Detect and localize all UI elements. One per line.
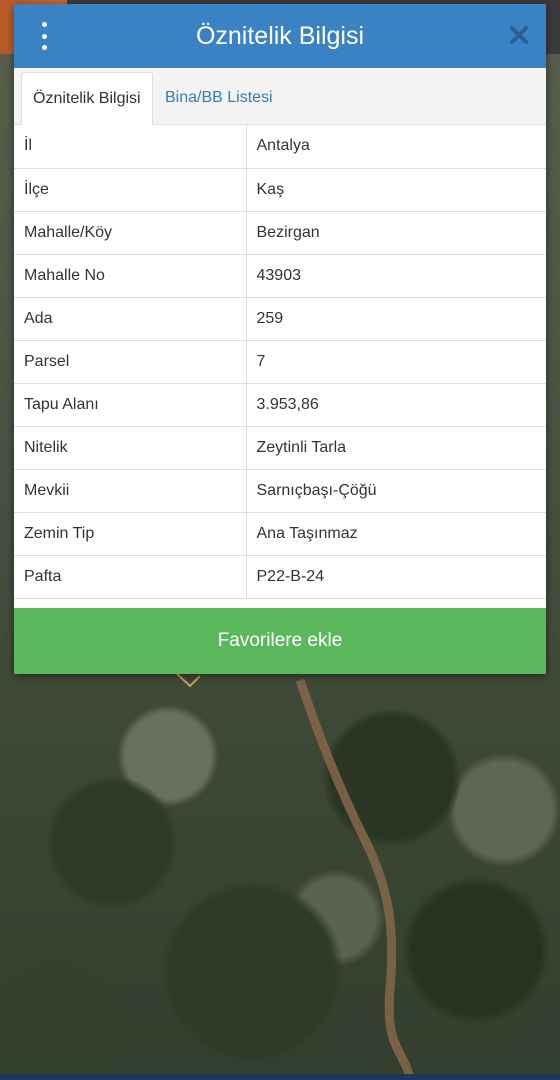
- tab-bar: Öznitelik Bilgisi Bina/BB Listesi: [14, 68, 546, 125]
- table-row: Tapu Alanı 3.953,86: [14, 382, 546, 427]
- attribute-value: Kaş: [245, 167, 546, 212]
- attribute-value: P22-B-24: [245, 554, 546, 599]
- attribute-key: Ada: [14, 296, 247, 341]
- attribute-key: Tapu Alanı: [14, 382, 247, 427]
- attribute-value: Antalya: [245, 125, 546, 169]
- attribute-value: Sarnıçbaşı-Çöğü: [245, 468, 546, 513]
- table-row: Parsel 7: [14, 339, 546, 384]
- attribute-key: İlçe: [14, 167, 247, 212]
- table-row: Mahalle No 43903: [14, 253, 546, 298]
- table-row: Ada 259: [14, 296, 546, 341]
- tab-building-list[interactable]: Bina/BB Listesi: [154, 72, 284, 124]
- table-row: Zemin Tip Ana Taşınmaz: [14, 511, 546, 556]
- attribute-value: 259: [245, 296, 546, 341]
- attribute-value: 7: [245, 339, 546, 384]
- dialog-header: Öznitelik Bilgisi: [14, 4, 546, 68]
- attribute-key: Mahalle No: [14, 253, 247, 298]
- add-favorite-button[interactable]: Favorilere ekle: [14, 608, 546, 674]
- dialog-title: Öznitelik Bilgisi: [195, 21, 365, 50]
- table-row: Pafta P22-B-24: [14, 554, 546, 599]
- attribute-value: Zeytinli Tarla: [245, 425, 546, 470]
- tab-attribute-info[interactable]: Öznitelik Bilgisi: [21, 72, 153, 125]
- attribute-key: Parsel: [14, 339, 247, 384]
- attribute-value: Ana Taşınmaz: [245, 511, 546, 556]
- table-row: Nitelik Zeytinli Tarla: [14, 425, 546, 470]
- attribute-key: İl: [14, 125, 247, 169]
- attribute-value: Bezirgan: [245, 210, 546, 255]
- attribute-table: İl Antalya İlçe Kaş Mahalle/Köy Bezirgan…: [14, 125, 546, 599]
- attribute-key: Mevkii: [14, 468, 247, 513]
- attribute-key: Pafta: [14, 554, 247, 599]
- table-row: İl Antalya: [14, 125, 546, 169]
- attribute-dialog: Öznitelik Bilgisi Öznitelik Bilgisi Bina…: [14, 4, 546, 674]
- attribute-key: Zemin Tip: [14, 511, 247, 556]
- attribute-key: Mahalle/Köy: [14, 210, 247, 255]
- attribute-value: 3.953,86: [245, 382, 546, 427]
- close-icon[interactable]: [508, 24, 530, 46]
- attribute-value: 43903: [245, 253, 546, 298]
- table-row: İlçe Kaş: [14, 167, 546, 212]
- map-bottom-bar: [0, 1074, 560, 1080]
- attribute-key: Nitelik: [14, 425, 247, 470]
- table-row: Mahalle/Köy Bezirgan: [14, 210, 546, 255]
- vertical-dots-icon[interactable]: [36, 22, 52, 50]
- table-row: Mevkii Sarnıçbaşı-Çöğü: [14, 468, 546, 513]
